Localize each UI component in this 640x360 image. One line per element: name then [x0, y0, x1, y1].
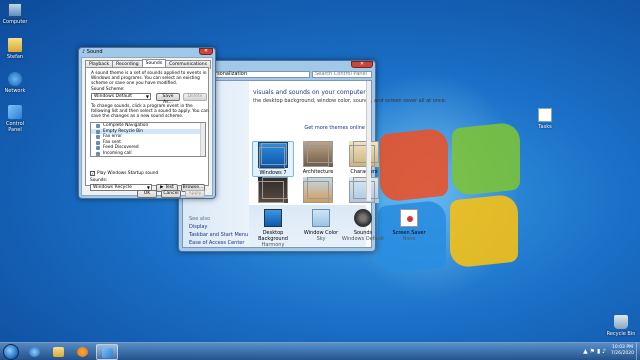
- screen-saver-icon: [400, 209, 418, 227]
- speaker-icon: [96, 140, 100, 145]
- text-file-icon: [538, 108, 552, 122]
- show-desktop-button[interactable]: [636, 343, 640, 360]
- internet-explorer-icon: [29, 347, 40, 357]
- chevron-down-icon: ▼: [145, 94, 149, 99]
- recycle-bin-icon: [614, 315, 628, 329]
- clock-date: 7/26/2020: [610, 351, 634, 356]
- address-path[interactable]: ▸ Personalization: [202, 71, 310, 78]
- theme-item[interactable]: [252, 177, 294, 205]
- customize-bar: Desktop Background Harmony Window Color …: [249, 205, 426, 248]
- see-also-heading: See also: [189, 216, 211, 222]
- desktop-icon-recycle-bin[interactable]: Recycle Bin: [606, 315, 636, 337]
- sound-dialog[interactable]: ♪ Sound ✕ Playback Recording Sounds Comm…: [78, 47, 216, 199]
- checkbox-checked-icon[interactable]: ✓: [90, 171, 95, 176]
- sound-icon: ♪: [82, 49, 86, 55]
- network-icon: [8, 72, 22, 86]
- desktop-icon-stefan[interactable]: Stefan: [0, 38, 30, 60]
- theme-thumbnail: [258, 142, 288, 169]
- link-taskbar[interactable]: Taskbar and Start Menu: [189, 232, 248, 238]
- page-heading: visuals and sounds on your computer: [253, 89, 366, 96]
- page-description: the desktop background, window color, so…: [253, 98, 447, 104]
- theme-windows7[interactable]: Windows 7: [252, 141, 294, 177]
- taskbar-control-panel-button[interactable]: [96, 344, 118, 360]
- speaker-icon: [96, 151, 100, 156]
- media-player-icon: [77, 347, 88, 357]
- speaker-icon: [96, 124, 100, 128]
- theme-thumbnail: [349, 177, 379, 203]
- system-tray[interactable]: ▲ ⚑ ▮ ♪: [583, 348, 606, 355]
- desktop-background-button[interactable]: Desktop Background Harmony: [249, 209, 297, 248]
- taskbar-explorer-button[interactable]: [48, 344, 70, 360]
- dialog-title: Sound: [86, 49, 103, 55]
- control-panel-icon: [102, 348, 113, 358]
- window-color-icon: [312, 209, 330, 227]
- taskbar-ie-button[interactable]: [24, 344, 46, 360]
- intro-text: A sound theme is a set of sounds applied…: [91, 71, 207, 86]
- search-input[interactable]: Search Control Panel: [312, 71, 372, 78]
- desktop-icon-network[interactable]: Network: [0, 72, 30, 94]
- list-item[interactable]: Incoming call: [91, 151, 205, 157]
- cancel-button[interactable]: Cancel: [161, 190, 181, 198]
- main-pane: visuals and sounds on your computer the …: [249, 81, 446, 248]
- link-ease-of-access[interactable]: Ease of Access Center: [189, 240, 244, 246]
- theme-item[interactable]: [297, 177, 339, 205]
- speaker-icon: [96, 129, 100, 134]
- screen-saver-button[interactable]: Screen Saver None: [385, 209, 433, 242]
- desktop-background-icon: [264, 209, 282, 227]
- desktop-icon-computer[interactable]: Computer: [0, 3, 30, 25]
- theme-characters[interactable]: Characters: [343, 141, 385, 175]
- computer-icon: [8, 3, 22, 17]
- theme-thumbnail: [303, 177, 333, 203]
- theme-item[interactable]: [343, 177, 385, 205]
- taskbar: ▲ ⚑ ▮ ♪ 10:03 PM 7/26/2020: [0, 342, 640, 360]
- speaker-icon: [354, 209, 372, 227]
- theme-thumbnail: [303, 141, 333, 167]
- delete-button[interactable]: Delete: [183, 93, 207, 101]
- theme-thumbnail: [258, 177, 288, 203]
- link-display[interactable]: Display: [189, 224, 207, 230]
- sounds-label: Sounds:: [90, 178, 108, 183]
- scheme-select[interactable]: Windows Default ▼: [91, 93, 151, 100]
- dialog-body: Playback Recording Sounds Communications…: [81, 57, 213, 198]
- start-button[interactable]: [3, 344, 19, 360]
- program-events-list[interactable]: Complete Navigation Empty Recycle Bin Fa…: [90, 122, 206, 157]
- close-button[interactable]: ✕: [199, 48, 213, 55]
- taskbar-media-player-button[interactable]: [72, 344, 94, 360]
- dialog-titlebar[interactable]: ♪ Sound: [79, 48, 215, 57]
- window-color-button[interactable]: Window Color Sky: [297, 209, 345, 242]
- desktop-icon-tasks[interactable]: Tasks: [530, 108, 560, 130]
- startup-sound-checkbox[interactable]: ✓ Play Windows Startup sound: [90, 171, 158, 176]
- get-more-themes-link[interactable]: Get more themes online: [304, 125, 365, 131]
- apply-button[interactable]: Apply: [185, 190, 205, 198]
- events-scrollbar[interactable]: [200, 123, 205, 156]
- close-button[interactable]: ✕: [351, 61, 373, 68]
- user-folder-icon: [8, 38, 22, 52]
- themes-scrollbar[interactable]: [366, 81, 371, 201]
- theme-architecture[interactable]: Architecture: [297, 141, 339, 175]
- folder-icon: [53, 347, 64, 357]
- events-help-text: To change sounds, click a program event …: [91, 104, 209, 119]
- theme-thumbnail: [349, 141, 379, 167]
- scheme-label: Sound Scheme:: [91, 87, 125, 92]
- sounds-button[interactable]: Sounds Windows Default: [339, 209, 387, 242]
- ok-button[interactable]: OK: [137, 190, 157, 198]
- speaker-icon: [96, 146, 100, 150]
- desktop-icon-control-panel[interactable]: Control Panel: [0, 105, 30, 133]
- save-as-button[interactable]: Save As...: [156, 93, 180, 105]
- control-panel-icon: [8, 105, 22, 119]
- clock[interactable]: 10:03 PM 7/26/2020: [611, 345, 634, 357]
- speaker-icon: [96, 135, 100, 139]
- windows-logo-wallpaper: [372, 121, 522, 275]
